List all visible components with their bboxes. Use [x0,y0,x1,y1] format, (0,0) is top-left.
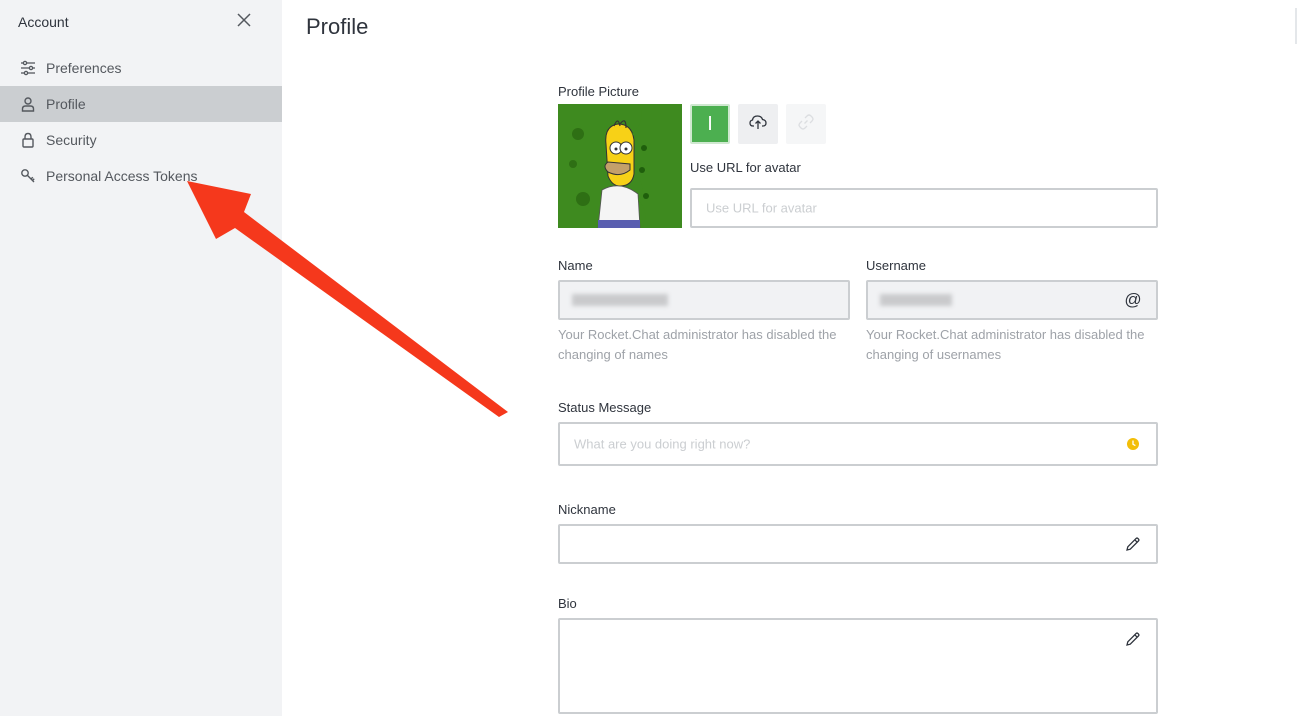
sidebar-item-label: Preferences [46,60,122,76]
username-disabled-hint: Your Rocket.Chat administrator has disab… [866,327,1145,362]
avatar-url-label: Use URL for avatar [690,160,801,175]
page-title: Profile [306,14,369,39]
cloud-upload-icon [749,113,767,136]
sidebar-item-security[interactable]: Security [0,122,282,158]
pencil-icon [1124,535,1142,553]
username-label: Username [866,258,926,273]
avatar-url-button[interactable] [786,104,826,144]
status-message-input[interactable]: What are you doing right now? [558,422,1158,466]
initial-avatar-text: I [707,112,713,135]
sidebar-header: Account [18,13,264,33]
profile-picture-label: Profile Picture [558,84,639,99]
account-sidebar: Account Preferences Profile Security Per… [0,0,282,716]
bio-label: Bio [558,596,577,611]
away-status-icon[interactable] [1124,435,1142,453]
pencil-icon [1124,630,1142,648]
status-message-label: Status Message [558,400,652,415]
initial-avatar-button[interactable]: I [690,104,730,144]
sidebar-item-personal-access-tokens[interactable]: Personal Access Tokens [0,158,282,194]
sidebar-item-label: Security [46,132,97,148]
lock-icon [20,132,36,148]
user-icon [20,96,36,112]
upload-avatar-button[interactable] [738,104,778,144]
sidebar-title: Account [18,14,69,30]
avatar-url-input[interactable]: Use URL for avatar [690,188,1158,228]
name-disabled-hint: Your Rocket.Chat administrator has disab… [558,327,837,362]
sidebar-item-profile[interactable]: Profile [0,86,282,122]
sidebar-item-preferences[interactable]: Preferences [0,50,282,86]
close-icon[interactable] [236,12,252,28]
at-icon: @ [1124,290,1142,309]
link-icon [797,113,815,136]
avatar-image [558,104,682,228]
status-message-placeholder: What are you doing right now? [574,436,751,452]
username-field[interactable]: @ [866,280,1158,320]
key-icon [20,168,36,184]
sliders-icon [20,60,36,76]
avatar-url-placeholder: Use URL for avatar [706,200,817,216]
name-field[interactable] [558,280,850,320]
redacted-name [572,294,668,306]
sidebar-item-label: Personal Access Tokens [46,168,198,184]
name-label: Name [558,258,593,273]
app-window: Account Preferences Profile Security Per… [0,0,1297,716]
bio-textarea[interactable] [558,618,1158,714]
nickname-label: Nickname [558,502,616,517]
sidebar-item-label: Profile [46,96,86,112]
nickname-input[interactable] [558,524,1158,564]
avatar [558,104,682,228]
redacted-username [880,294,952,306]
